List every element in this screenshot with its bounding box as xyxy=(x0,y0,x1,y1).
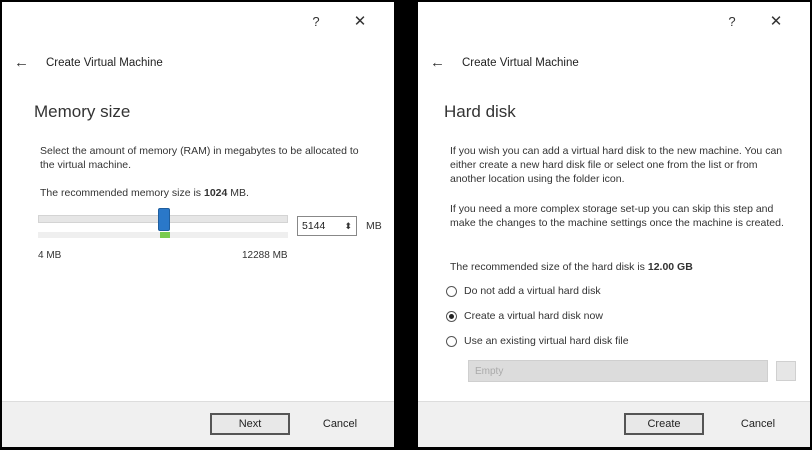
existing-disk-select[interactable]: Empty xyxy=(468,360,768,382)
radio-no-disk[interactable] xyxy=(446,285,457,297)
dialog-footer: Next Cancel xyxy=(2,401,394,447)
recommended-memory-text: The recommended memory size is 1024 MB. xyxy=(40,186,375,200)
recommended-unit: MB. xyxy=(230,187,249,199)
recommended-prefix: The recommended size of the hard disk is xyxy=(450,261,645,273)
cancel-button[interactable]: Cancel xyxy=(300,413,380,435)
recommended-range-marker xyxy=(160,232,170,238)
recommended-disk-text: The recommended size of the hard disk is… xyxy=(450,260,785,274)
close-button[interactable]: ✕ xyxy=(350,12,370,30)
option-label: Use an existing virtual hard disk file xyxy=(464,335,629,347)
memory-size-dialog: ? ✕ ← Create Virtual Machine Memory size… xyxy=(2,2,394,447)
folder-icon[interactable] xyxy=(776,361,796,381)
dialog-footer: Create Cancel xyxy=(418,401,810,447)
option-no-disk[interactable]: Do not add a virtual hard disk xyxy=(446,285,601,297)
radio-create-disk[interactable] xyxy=(446,310,457,322)
help-button[interactable]: ? xyxy=(722,12,742,30)
wizard-header: ← Create Virtual Machine xyxy=(14,54,163,71)
spin-arrows-icon[interactable]: ⬍ xyxy=(344,221,356,232)
memory-spinbox[interactable]: ⬍ xyxy=(297,216,357,236)
hard-disk-description-1: If you wish you can add a virtual hard d… xyxy=(450,145,783,185)
wizard-header: ← Create Virtual Machine xyxy=(430,54,579,71)
back-arrow-icon[interactable]: ← xyxy=(430,54,450,71)
radio-existing-disk[interactable] xyxy=(446,335,457,347)
memory-unit-label: MB xyxy=(366,220,382,232)
option-create-disk[interactable]: Create a virtual hard disk now xyxy=(446,310,603,322)
memory-min-label: 4 MB xyxy=(38,250,62,261)
recommended-value: 1024 xyxy=(203,187,228,199)
memory-description: Select the amount of memory (RAM) in meg… xyxy=(40,145,359,171)
recommended-prefix: The recommended memory size is xyxy=(40,187,202,199)
next-button[interactable]: Next xyxy=(210,413,290,435)
wizard-title: Create Virtual Machine xyxy=(462,56,579,69)
option-label: Do not add a virtual hard disk xyxy=(464,285,601,297)
memory-slider-thumb[interactable] xyxy=(158,208,170,231)
recommended-value: 12.00 GB xyxy=(647,261,693,273)
cancel-button[interactable]: Cancel xyxy=(718,413,798,435)
memory-input[interactable] xyxy=(298,220,340,232)
memory-max-label: 12288 MB xyxy=(242,250,288,261)
option-label: Create a virtual hard disk now xyxy=(464,310,603,322)
page-title: Hard disk xyxy=(444,102,516,121)
hard-disk-description-2: If you need a more complex storage set-u… xyxy=(450,203,784,229)
back-arrow-icon[interactable]: ← xyxy=(14,54,34,71)
create-button[interactable]: Create xyxy=(624,413,704,435)
wizard-title: Create Virtual Machine xyxy=(46,56,163,69)
close-button[interactable]: ✕ xyxy=(766,12,786,30)
page-title: Memory size xyxy=(34,102,131,121)
help-button[interactable]: ? xyxy=(306,12,326,30)
option-existing-disk[interactable]: Use an existing virtual hard disk file xyxy=(446,335,629,347)
